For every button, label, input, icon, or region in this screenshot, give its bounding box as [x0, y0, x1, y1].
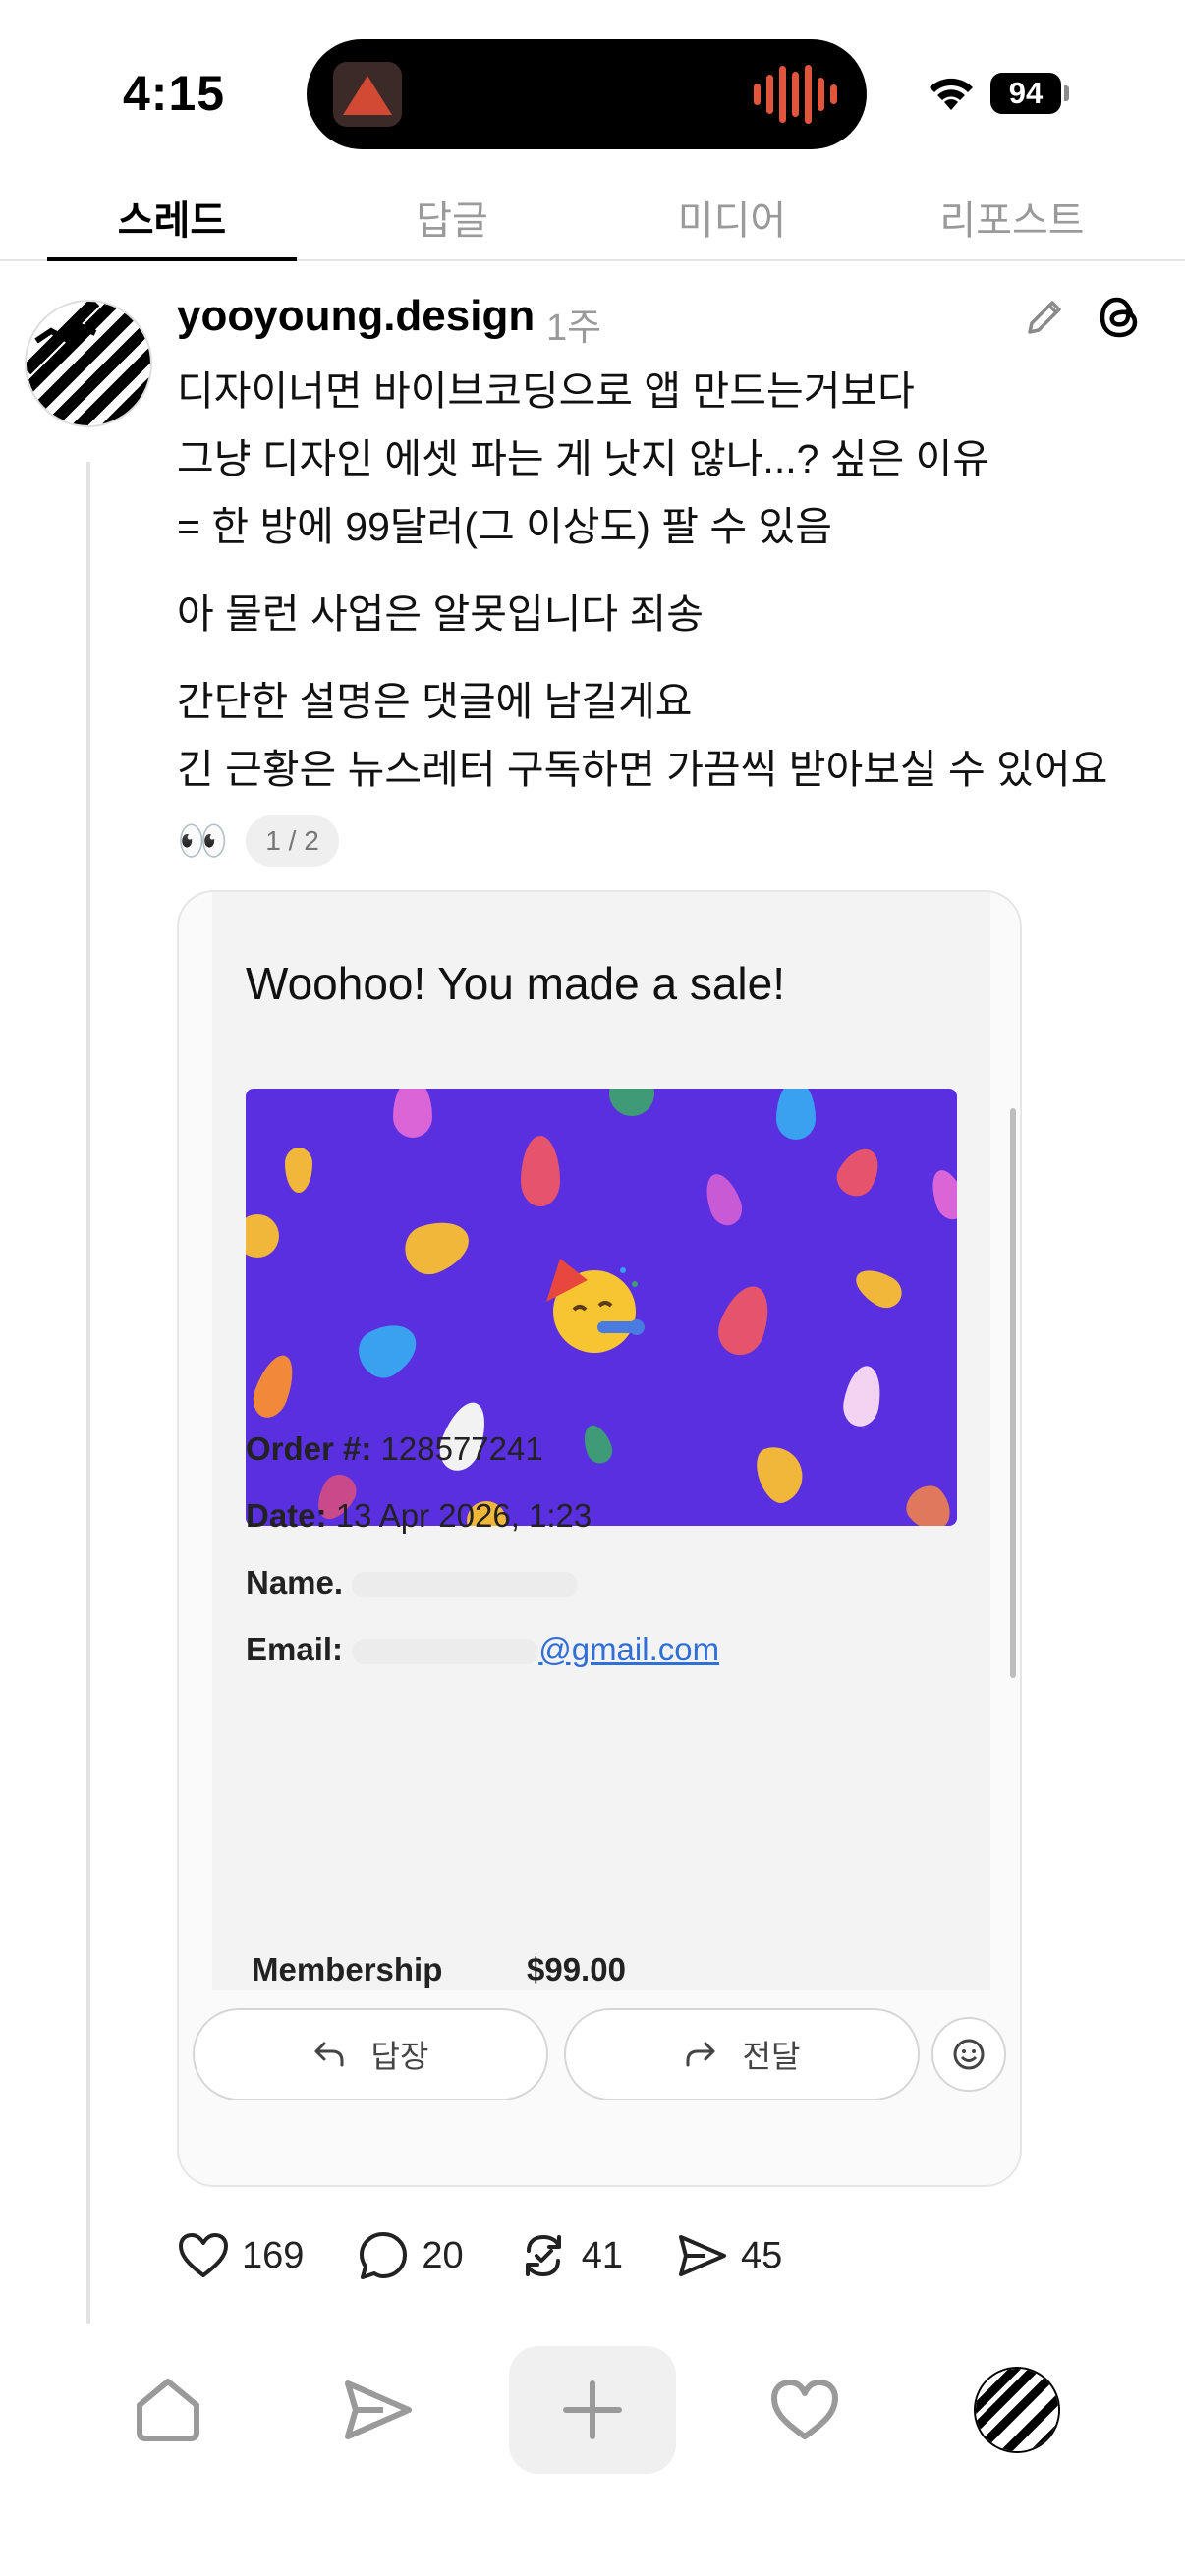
share-count: 45: [740, 2234, 783, 2276]
avatar[interactable]: [25, 300, 152, 427]
edit-icon[interactable]: [1022, 295, 1067, 340]
tab-reposts[interactable]: 리포스트: [894, 189, 1130, 246]
dynamic-island[interactable]: [307, 39, 867, 149]
forward-label: 전달: [742, 2039, 801, 2074]
post-line: = 한 방에 99달러(그 이상도) 팔 수 있음: [177, 504, 832, 549]
thread-line: [86, 462, 90, 2324]
like-action[interactable]: 169: [177, 2231, 304, 2280]
activity-icon: [771, 2380, 838, 2439]
order-number: Order #: 128577241: [246, 1430, 543, 1467]
bottom-nav: [0, 2338, 1185, 2476]
battery-indicator: 94: [990, 73, 1061, 114]
status-time: 4:15: [123, 66, 226, 121]
battery-nub: [1064, 85, 1069, 101]
plus-icon: [563, 2380, 622, 2439]
post-line: 긴 근황은 뉴스레터 구독하면 가끔씩 받아보실 수 있어요: [177, 747, 1108, 792]
nav-profile[interactable]: [933, 2346, 1100, 2474]
post-image[interactable]: Woohoo! You made a sale! Order #: 128577…: [177, 890, 1022, 2187]
nav-activity[interactable]: [721, 2346, 888, 2474]
audio-waveform-icon: [754, 65, 837, 124]
party-face-icon: [546, 1259, 645, 1353]
emoji-reaction-button[interactable]: [931, 2017, 1006, 2092]
send-icon: [345, 2380, 412, 2439]
post-username[interactable]: yooyoung.design: [177, 292, 535, 341]
repost-action[interactable]: 41: [517, 2229, 623, 2282]
post-line: 간단한 설명은 댓글에 남길게요: [177, 679, 693, 724]
status-bar: 4:15 94: [0, 0, 1185, 167]
redacted-name: [352, 1572, 579, 1598]
comment-icon: [360, 2232, 408, 2279]
comment-action[interactable]: 20: [357, 2229, 464, 2282]
email-title: Woohoo! You made a sale!: [246, 958, 786, 1009]
heart-icon: [179, 2233, 228, 2277]
post-meta-row: 👀 1 / 2: [177, 812, 339, 870]
post-time: 1주: [546, 308, 602, 349]
tab-media[interactable]: 미디어: [614, 189, 850, 246]
reply-label: 답장: [370, 2039, 429, 2074]
redacted-email: [352, 1639, 539, 1665]
reply-button[interactable]: 답장: [193, 2008, 548, 2100]
home-icon: [137, 2379, 199, 2441]
share-action[interactable]: 45: [676, 2231, 782, 2280]
nav-create[interactable]: [509, 2346, 676, 2474]
wifi-icon: [930, 78, 973, 110]
tab-replies[interactable]: 답글: [334, 189, 570, 246]
post-actions: 169 20 41 45: [177, 2222, 835, 2289]
profile-tabs: 스레드 답글 미디어 리포스트: [0, 167, 1185, 261]
nav-send[interactable]: [295, 2346, 462, 2474]
order-date: Date: 13 Apr 2026, 1:23: [246, 1497, 592, 1534]
smiley-icon: [953, 2039, 985, 2070]
repost-icon: [525, 2235, 561, 2276]
forward-button[interactable]: 전달: [564, 2008, 920, 2100]
post-line: 디자이너면 바이브코딩으로 앱 만드는거보다: [177, 368, 915, 414]
active-tab-indicator: [47, 257, 297, 261]
order-email: Email: @gmail.com: [246, 1631, 720, 1667]
membership-price: $99.00: [527, 1951, 626, 1988]
membership-label: Membership: [252, 1951, 443, 1988]
nav-home[interactable]: [85, 2346, 252, 2474]
email-preview: Woohoo! You made a sale! Order #: 128577…: [212, 892, 990, 1990]
like-count: 169: [242, 2234, 305, 2276]
comment-count: 20: [422, 2234, 464, 2276]
image-page-indicator: 1 / 2: [246, 815, 339, 867]
post-line: 아 물런 사업은 알못입니다 죄송: [177, 591, 704, 637]
eyes-emoji: 👀: [177, 816, 229, 864]
reply-arrow-icon: [314, 2042, 344, 2067]
post-text: 디자이너면 바이브코딩으로 앱 만드는거보다 그냥 디자인 에셋 파는 게 낫지…: [177, 358, 1159, 804]
threads-icon[interactable]: [1096, 293, 1145, 342]
forward-arrow-icon: [686, 2042, 715, 2067]
scrollbar[interactable]: [1010, 1108, 1016, 1678]
share-icon: [678, 2235, 726, 2276]
profile-avatar: [974, 2367, 1060, 2453]
repost-count: 41: [581, 2234, 623, 2276]
post-line: 그냥 디자인 에셋 파는 게 낫지 않나...? 싶은 이유: [177, 436, 990, 481]
order-name: Name.: [246, 1564, 579, 1601]
tab-threads[interactable]: 스레드: [54, 189, 290, 246]
now-playing-artwork: [333, 62, 402, 127]
